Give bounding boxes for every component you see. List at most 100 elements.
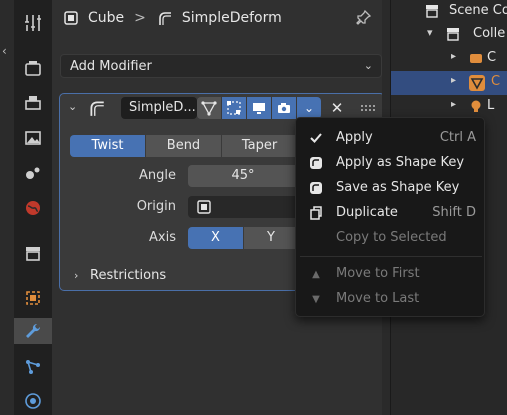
- chevron-right-icon[interactable]: ›: [74, 269, 78, 282]
- breadcrumb-object: Cube: [88, 10, 125, 26]
- delete-modifier-button[interactable]: ✕: [325, 97, 349, 119]
- particles-icon: [26, 360, 40, 374]
- restrictions-subpanel[interactable]: Restrictions: [90, 268, 166, 283]
- modifier-name-field[interactable]: SimpleD...: [121, 97, 197, 119]
- angle-label: Angle: [139, 168, 176, 183]
- menu-separator: [300, 256, 482, 257]
- physics-tab[interactable]: [20, 388, 46, 414]
- realtime-toggle[interactable]: [247, 97, 271, 119]
- origin-field[interactable]: [188, 196, 298, 218]
- collection-tab[interactable]: [20, 240, 46, 266]
- object-tab[interactable]: [20, 285, 46, 311]
- mesh-object-icon: [62, 9, 80, 27]
- mode-taper-button[interactable]: Taper: [222, 135, 298, 157]
- outliner-row-scene-collection[interactable]: Scene Co: [391, 0, 507, 24]
- expand-icon[interactable]: ▸: [451, 99, 456, 110]
- deform-mode-selector: Twist Bend Taper: [70, 135, 298, 157]
- world-icon: [26, 201, 40, 215]
- breadcrumb-modifier: SimpleDeform: [181, 10, 282, 26]
- particles-tab[interactable]: [20, 354, 46, 380]
- triangle-down-icon: ▼: [312, 293, 320, 305]
- printer-icon: [25, 96, 41, 110]
- outliner-row-cube[interactable]: ▸ C: [391, 71, 507, 95]
- simple-deform-icon: [156, 9, 174, 27]
- close-icon: ✕: [330, 99, 344, 117]
- outliner-row-camera[interactable]: ▸ C: [391, 47, 507, 71]
- mesh-object-icon: [468, 74, 486, 96]
- camera-object-icon: [469, 51, 483, 69]
- menu-item-move-to-last: ▼ Move to Last: [296, 286, 486, 311]
- menu-item-apply[interactable]: Apply Ctrl A: [296, 125, 486, 150]
- light-icon: [469, 99, 483, 117]
- pin-icon[interactable]: [356, 9, 372, 29]
- modifier-menu-button[interactable]: ⌄: [297, 97, 321, 119]
- outliner-label: Scene Co: [449, 3, 507, 18]
- collection-icon: [445, 26, 461, 46]
- camera-icon: [278, 103, 290, 113]
- chevron-down-icon: ⌄: [303, 101, 315, 115]
- collapse-arrow-icon[interactable]: ‹: [2, 44, 7, 58]
- vertex-triangle-icon: [201, 101, 217, 116]
- render-toggle[interactable]: [272, 97, 296, 119]
- outliner-row-light[interactable]: ▸ L: [391, 95, 507, 119]
- modifier-tab[interactable]: [14, 318, 52, 344]
- world-tab[interactable]: [20, 195, 46, 221]
- scene-collection-icon: [424, 3, 440, 23]
- shape-key-icon: [308, 155, 324, 171]
- collection-box-icon: [26, 247, 40, 261]
- expand-icon[interactable]: ▾: [427, 26, 433, 39]
- empty-object-icon: [196, 199, 212, 219]
- edit-mode-toggle[interactable]: [222, 97, 246, 119]
- monitor-icon: [253, 103, 265, 114]
- breadcrumb: Cube > SimpleDeform: [52, 0, 390, 36]
- object-icon: [26, 291, 40, 305]
- output-tab[interactable]: [20, 90, 46, 116]
- outliner-label: L: [487, 98, 495, 113]
- wrench-icon: [26, 323, 41, 338]
- triangle-up-icon: ▲: [312, 268, 320, 280]
- simple-deform-icon: [88, 99, 106, 121]
- properties-tab-column: [14, 0, 52, 415]
- axis-label: Axis: [149, 230, 176, 245]
- viewport-edge: ‹: [0, 0, 14, 415]
- chevron-down-icon: ⌄: [363, 59, 373, 72]
- menu-item-move-to-first: ▲ Move to First: [296, 261, 486, 286]
- breadcrumb-separator: >: [134, 10, 146, 26]
- expand-icon[interactable]: ▸: [451, 51, 456, 62]
- on-cage-button[interactable]: [197, 97, 221, 119]
- render-tab[interactable]: [20, 55, 46, 81]
- add-modifier-label: Add Modifier: [70, 58, 152, 74]
- collapse-chevron-icon[interactable]: ⌄: [68, 100, 77, 113]
- modifier-context-menu: Apply Ctrl A Apply as Shape Key Save as …: [295, 117, 485, 317]
- drag-handle[interactable]: [356, 97, 380, 119]
- menu-item-save-as-shape-key[interactable]: Save as Shape Key: [296, 175, 486, 200]
- render-camera-icon: [25, 61, 41, 76]
- menu-item-apply-as-shape-key[interactable]: Apply as Shape Key: [296, 150, 486, 175]
- origin-label: Origin: [136, 199, 176, 214]
- mode-twist-button[interactable]: Twist: [70, 135, 146, 157]
- tool-settings-tab[interactable]: [20, 10, 46, 36]
- grip-icon: [361, 105, 375, 111]
- outliner-label: Colle: [473, 26, 506, 41]
- tool-icon: [25, 15, 41, 31]
- outliner-label: C: [491, 74, 501, 89]
- add-modifier-dropdown[interactable]: Add Modifier ⌄: [60, 54, 382, 78]
- menu-item-copy-to-selected: Copy to Selected: [336, 230, 447, 245]
- scene-tab[interactable]: [20, 160, 46, 186]
- mode-bend-button[interactable]: Bend: [146, 135, 222, 157]
- view-layer-tab[interactable]: [20, 125, 46, 151]
- outliner-label: C: [487, 50, 497, 65]
- menu-item-duplicate[interactable]: Duplicate Shift D: [296, 200, 486, 225]
- angle-field[interactable]: 45°: [188, 165, 298, 187]
- outliner-row-collection[interactable]: ▾ Colle: [391, 23, 507, 47]
- expand-icon[interactable]: ▸: [451, 75, 456, 86]
- scene-icon: [26, 167, 40, 179]
- image-icon: [25, 131, 41, 145]
- edit-mode-icon: [227, 101, 241, 115]
- physics-icon: [25, 393, 41, 409]
- duplicate-icon: [308, 205, 324, 221]
- axis-x-button[interactable]: X: [188, 227, 243, 249]
- axis-y-button[interactable]: Y: [244, 227, 298, 249]
- shape-key-icon: [308, 180, 324, 196]
- checkmark-icon: [308, 130, 324, 146]
